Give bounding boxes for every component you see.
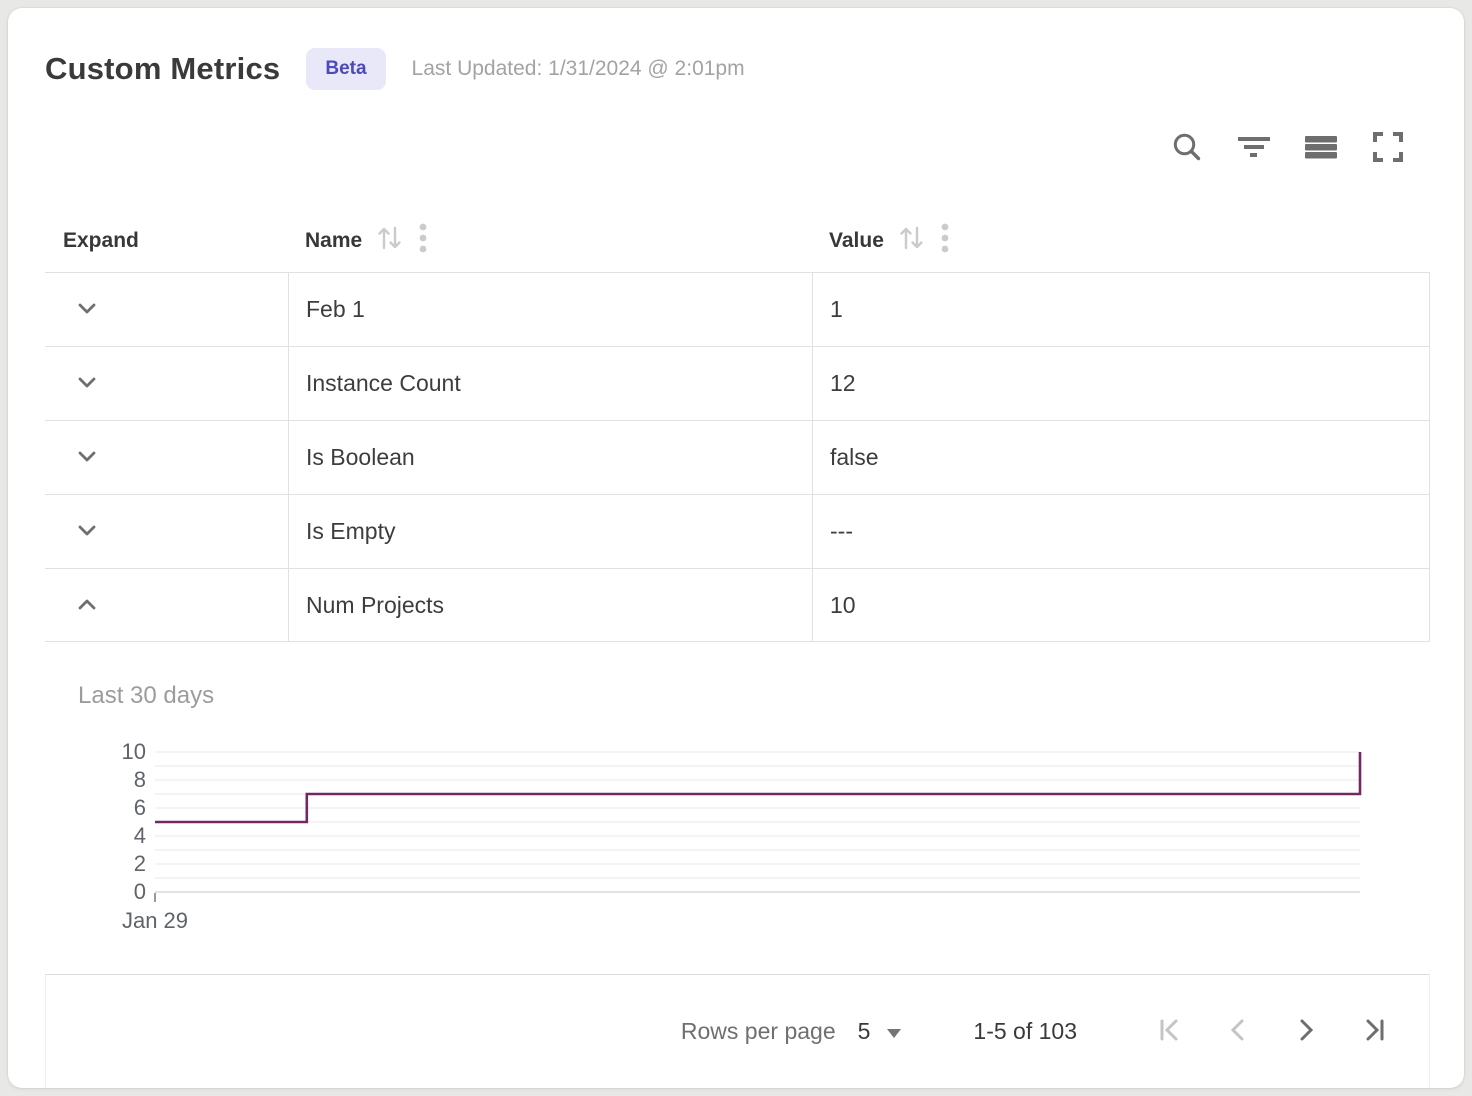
next-page-button[interactable] [1287,1013,1325,1051]
value-cell: 10 [812,569,1429,641]
column-header-name[interactable]: Name [288,221,812,261]
sort-icon[interactable] [897,224,927,258]
rows-per-page-value: 5 [858,1018,871,1045]
expand-row-button[interactable] [75,371,99,396]
chevron-right-icon [1291,1015,1321,1048]
beta-badge: Beta [306,48,385,90]
num-projects-chart: 0 2 4 6 8 10 Jan 29 [105,730,1385,946]
last-updated-text: Last Updated: 1/31/2024 @ 2:01pm [412,57,745,81]
value-cell: false [812,421,1429,494]
first-page-button[interactable] [1151,1013,1189,1051]
expand-row-button[interactable] [75,297,99,322]
pagination-footer: Rows per page 5 1-5 of 103 [45,974,1430,1088]
table-row: Num Projects10 [45,568,1430,642]
column-header-value[interactable]: Value [812,221,1430,261]
name-cell: Is Boolean [288,421,812,494]
svg-text:Jan 29: Jan 29 [122,908,188,933]
filter-icon [1236,130,1272,167]
svg-text:2: 2 [134,851,146,876]
expand-row-button[interactable] [75,445,99,470]
pagination-nav [1151,1013,1393,1051]
table-row: Instance Count12 [45,346,1430,420]
first-page-icon [1155,1015,1185,1048]
search-icon [1170,130,1204,167]
expand-row-button[interactable] [75,593,99,618]
fullscreen-button[interactable] [1370,130,1406,166]
name-cell: Is Empty [288,495,812,568]
fullscreen-icon [1371,130,1405,167]
table-row: Is Booleanfalse [45,420,1430,494]
value-cell: 1 [812,273,1429,346]
svg-text:8: 8 [134,767,146,792]
filter-button[interactable] [1236,130,1272,166]
expand-cell [45,569,288,641]
name-cell: Instance Count [288,347,812,420]
chevron-down-icon [887,1029,901,1038]
expand-cell [45,421,288,494]
chevron-left-icon [1223,1015,1253,1048]
chevron-down-icon [75,371,99,396]
svg-text:4: 4 [134,823,146,848]
table-body: Feb 11Instance Count12Is BooleanfalseIs … [45,272,1430,642]
expand-cell [45,495,288,568]
expand-cell [45,347,288,420]
table-header-row: Expand Name Value [45,210,1430,272]
page-title: Custom Metrics [45,51,280,87]
rows-per-page-label: Rows per page [681,1018,836,1045]
expand-cell [45,273,288,346]
table-row: Feb 11 [45,272,1430,346]
rows-per-page-select[interactable]: 5 [858,1018,902,1045]
name-cell: Feb 1 [288,273,812,346]
chevron-down-icon [75,519,99,544]
custom-metrics-card: Custom Metrics Beta Last Updated: 1/31/2… [8,8,1464,1088]
sort-icon[interactable] [375,224,405,258]
metrics-table: Expand Name Value [45,210,1430,642]
density-button[interactable] [1303,130,1339,166]
chevron-down-icon [75,297,99,322]
search-button[interactable] [1169,130,1205,166]
page-header: Custom Metrics Beta Last Updated: 1/31/2… [45,48,745,90]
expand-row-button[interactable] [75,519,99,544]
chevron-down-icon [75,445,99,470]
svg-text:10: 10 [122,739,146,764]
column-menu-icon[interactable] [940,221,950,261]
svg-text:0: 0 [134,879,146,904]
column-header-expand: Expand [45,229,288,253]
last-page-button[interactable] [1355,1013,1393,1051]
chart-title: Last 30 days [78,682,214,710]
column-menu-icon[interactable] [418,221,428,261]
value-cell: 12 [812,347,1429,420]
pagination-range: 1-5 of 103 [973,1018,1077,1045]
value-cell: --- [812,495,1429,568]
table-toolbar [1169,130,1406,166]
name-cell: Num Projects [288,569,812,641]
chevron-up-icon [75,593,99,618]
last-page-icon [1359,1015,1389,1048]
density-icon [1304,130,1338,167]
svg-text:6: 6 [134,795,146,820]
table-row: Is Empty--- [45,494,1430,568]
previous-page-button[interactable] [1219,1013,1257,1051]
